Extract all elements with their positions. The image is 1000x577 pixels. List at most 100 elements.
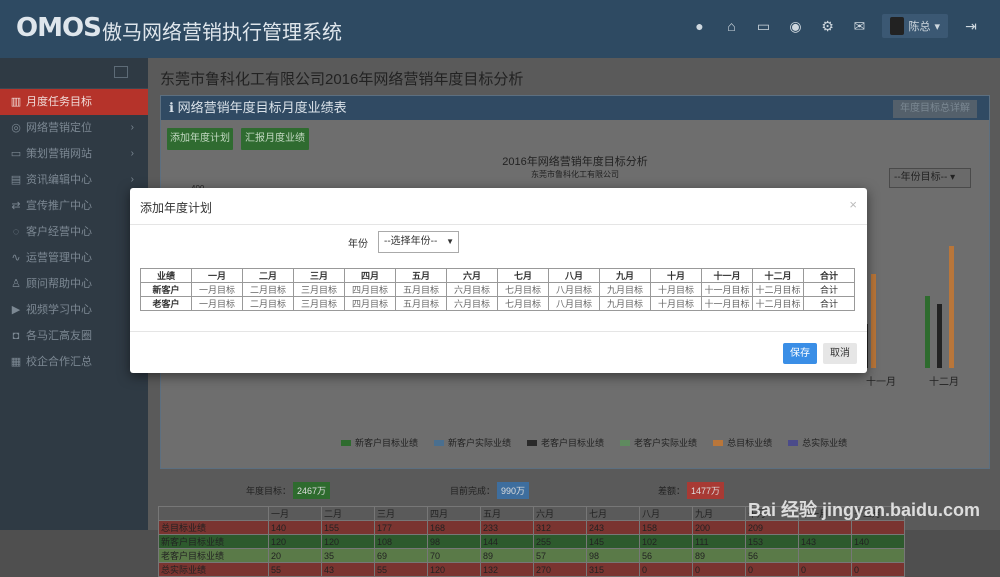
info-icon: ℹ (169, 100, 178, 115)
target-input[interactable]: 八月目标 (548, 282, 600, 297)
logout-icon[interactable]: ⇥ (962, 17, 980, 35)
panel-title: 网络营销年度目标月度业绩表 (177, 100, 347, 115)
chevron-right-icon: › (130, 148, 134, 159)
year-target-summary: 年度目标： 2467万 (246, 482, 331, 499)
close-icon[interactable]: × (849, 197, 857, 212)
target-input[interactable]: 十一月目标 (701, 296, 753, 311)
location-icon[interactable]: ◉ (786, 17, 804, 35)
year-label: 年份 (348, 238, 368, 250)
folder-icon[interactable]: ▭ (754, 17, 772, 35)
sidebar-item-school[interactable]: ▦ 校企合作汇总 (0, 349, 148, 375)
chart-legend: 新客户目标业绩 新客户实际业绩 老客户目标业绩 老客户实际业绩 总目标业绩 总实… (341, 436, 847, 449)
save-button[interactable]: 保存 (783, 343, 817, 364)
sidebar-item-news[interactable]: ▤ 资讯编辑中心 › (0, 167, 148, 193)
chart-title: 2016年网络营销年度目标分析 (502, 156, 648, 168)
target-input[interactable]: 三月目标 (293, 282, 345, 297)
target-input[interactable]: 十月目标 (650, 282, 702, 297)
panel-header: ℹ 网络营销年度目标月度业绩表 (161, 96, 989, 120)
chart-subtitle: 东莞市鲁科化工有限公司 (531, 170, 619, 179)
user-menu[interactable]: 陈总 ▾ (882, 14, 948, 38)
mail-icon[interactable]: ✉ (850, 17, 868, 35)
target-input[interactable]: 九月目标 (599, 296, 651, 311)
target-input[interactable]: 二月目标 (242, 282, 294, 297)
target-input[interactable]: 三月目标 (293, 296, 345, 311)
sidebar-item-website[interactable]: ▭ 策划营销网站 › (0, 141, 148, 167)
target-input[interactable]: 十一月目标 (701, 282, 753, 297)
video-icon: ▶ (11, 304, 21, 316)
logo: OMOS (16, 13, 102, 43)
chart-icon: ▥ (10, 96, 22, 108)
bar-dec-new-target (925, 296, 930, 368)
diff-summary: 差额： 1477万 (658, 482, 725, 499)
sidebar-item-monthly-target[interactable]: ▥ 月度任务目标 (0, 89, 148, 115)
sidebar-item-customer[interactable]: ◌客户经营中心› (0, 219, 148, 245)
sidebar-item-friends[interactable]: ◘ 各马汇高友圈 (0, 323, 148, 349)
legend-item: 老客户目标业绩 (527, 436, 604, 449)
plan-row-old: 老客户 一月目标 二月目标 三月目标 四月目标 五月目标 六月目标 七月目标 八… (140, 296, 855, 311)
add-year-plan-button[interactable]: 添加年度计划 (167, 128, 233, 150)
home-icon[interactable]: ⌂ (722, 17, 740, 35)
table-row: 新客户目标业绩 120 120 108 98 144 255 145 102 111 153… (158, 534, 905, 549)
chat-icon: ◘ (12, 330, 20, 342)
notification-icon[interactable]: ● (690, 17, 708, 35)
legend-item: 新客户目标业绩 (341, 436, 418, 449)
monitor-icon: ▭ (10, 148, 22, 160)
chevron-down-icon: ▾ (934, 20, 940, 33)
legend-item: 新客户实际业绩 (434, 436, 511, 449)
watermark: Bai 经验 jingyan.baidu.com (747, 500, 980, 520)
target-input[interactable]: 五月目标 (395, 282, 447, 297)
share-icon: ⇄ (11, 200, 21, 212)
user-name: 陈总 (908, 21, 931, 33)
sidebar: ▥ 月度任务目标 ◎ 网络营销定位 › ▭ 策划营销网站 › ▤ 资讯编辑中心 › ⇄ 宣传推广… (0, 58, 148, 530)
target-input[interactable]: 四月目标 (344, 296, 396, 311)
doc-icon: ▤ (10, 174, 22, 186)
bar-nov-total-target (871, 274, 876, 368)
sidebar-item-positioning[interactable]: ◎ 网络营销定位 › (0, 115, 148, 141)
target-input[interactable]: 九月目标 (599, 282, 651, 297)
target-input[interactable]: 七月目标 (497, 296, 549, 311)
report-monthly-button[interactable]: 汇报月度业绩 (241, 128, 309, 150)
target-icon: ◎ (11, 122, 21, 134)
top-icons: ● ⌂ ▭ ◉ ⚙ ✉ 陈总 ▾ ⇥ (690, 14, 980, 38)
avatar (890, 17, 905, 35)
table-row: 总实际业绩 55 43 55 120 132 270 315 0 0 000 (158, 562, 905, 577)
done-summary: 目前完成： 990万 (450, 482, 530, 499)
target-input[interactable]: 七月目标 (497, 282, 549, 297)
target-input[interactable]: 一月目标 (191, 282, 243, 297)
sidebar-item-operations[interactable]: ∿运营管理中心› (0, 245, 148, 271)
total-cell: 合计 (803, 296, 855, 311)
sidebar-item-promotion[interactable]: ⇄宣传推广中心› (0, 193, 148, 219)
target-input[interactable]: 六月目标 (446, 282, 498, 297)
sidebar-item-video[interactable]: ▶视频学习中心› (0, 297, 148, 323)
help-icon: ♙ (11, 278, 21, 290)
chevron-right-icon: › (130, 122, 134, 133)
legend-item: 总目标业绩 (713, 436, 772, 449)
sidebar-toggle[interactable] (0, 58, 148, 89)
bar-dec-old-target (937, 304, 942, 368)
plan-row-new: 新客户 一月目标 二月目标 三月目标 四月目标 五月目标 六月目标 七月目标 八… (140, 282, 855, 297)
target-input[interactable]: 十二月目标 (752, 282, 804, 297)
cancel-button[interactable]: 取消 (823, 343, 857, 364)
legend-item: 老客户实际业绩 (620, 436, 697, 449)
year-detail-button[interactable]: 年度目标总详解 (893, 100, 977, 118)
user-icon: ◌ (12, 226, 20, 238)
sidebar-item-help[interactable]: ♙顾问帮助中心› (0, 271, 148, 297)
total-cell: 合计 (803, 282, 855, 297)
target-input[interactable]: 六月目标 (446, 296, 498, 311)
legend-item: 总实际业绩 (788, 436, 847, 449)
year-select[interactable]: --选择年份-- ▼ (378, 231, 459, 253)
year-row: 年份 --选择年份-- ▼ (348, 231, 459, 253)
x-label-nov: 十一月 (866, 377, 896, 388)
page-title: 东莞市鲁科化工有限公司2016年网络营销年度目标分析 (160, 71, 524, 88)
target-input[interactable]: 十二月目标 (752, 296, 804, 311)
target-input[interactable]: 二月目标 (242, 296, 294, 311)
settings-icon[interactable]: ⚙ (818, 17, 836, 35)
modal-header: 添加年度计划 × (130, 188, 867, 225)
target-input[interactable]: 四月目标 (344, 282, 396, 297)
sidebar-toggle-icon (114, 66, 128, 78)
target-input[interactable]: 一月目标 (191, 296, 243, 311)
target-input[interactable]: 十月目标 (650, 296, 702, 311)
target-input[interactable]: 五月目标 (395, 296, 447, 311)
target-input[interactable]: 八月目标 (548, 296, 600, 311)
chevron-down-icon: ▼ (446, 237, 454, 246)
